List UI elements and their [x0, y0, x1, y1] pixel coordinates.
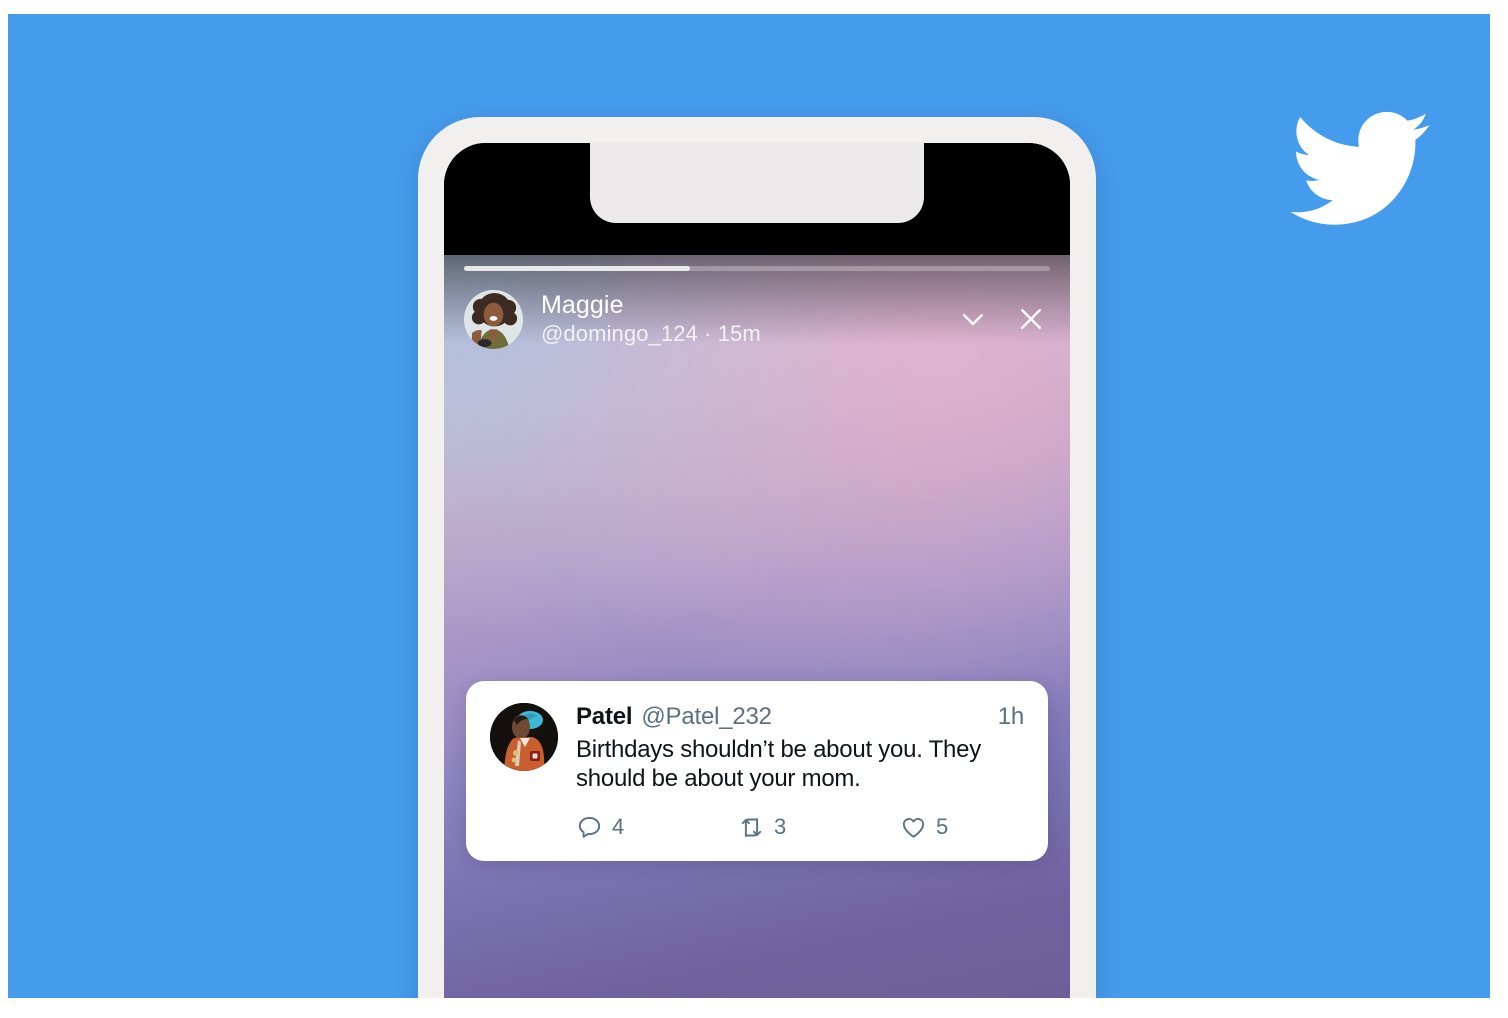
quoted-tweet-body: Patel @Patel_232 1h Birthdays shouldn’t …: [576, 703, 1024, 794]
chevron-down-icon[interactable]: [958, 304, 988, 334]
reply-button[interactable]: 4: [576, 814, 738, 841]
story-progress-bar[interactable]: [464, 266, 1050, 271]
avatar[interactable]: [464, 289, 523, 349]
avatar[interactable]: [490, 703, 558, 771]
phone-mockup: Maggie @domingo_124 · 15m Patel @Patel_2…: [418, 117, 1096, 998]
quoted-tweet-top: Patel @Patel_232 1h Birthdays shouldn’t …: [490, 703, 1024, 794]
twitter-bird-icon: [1290, 109, 1430, 227]
quoted-tweet-text: Birthdays shouldn’t be about you. They s…: [576, 736, 981, 793]
story-header: Maggie @domingo_124 · 15m: [464, 287, 1050, 351]
blue-backdrop: Maggie @domingo_124 · 15m Patel @Patel_2…: [8, 14, 1490, 998]
page-root: Maggie @domingo_124 · 15m Patel @Patel_2…: [0, 0, 1508, 1018]
retweet-icon: [738, 814, 765, 841]
retweet-count: 3: [774, 814, 787, 840]
like-button[interactable]: 5: [900, 814, 948, 841]
story-header-actions: [958, 304, 1046, 334]
quoted-tweet-timestamp: 1h: [997, 703, 1024, 730]
quoted-tweet-handle: @Patel_232: [641, 703, 772, 730]
quoted-tweet-card[interactable]: Patel @Patel_232 1h Birthdays shouldn’t …: [466, 681, 1048, 861]
reply-icon: [576, 814, 603, 841]
retweet-button[interactable]: 3: [738, 814, 900, 841]
story-display-name: Maggie: [541, 291, 624, 320]
like-count: 5: [936, 814, 949, 840]
quoted-tweet-actions: 4 3 5: [576, 814, 1024, 841]
reply-count: 4: [612, 814, 625, 840]
phone-notch: [590, 143, 924, 223]
phone-screen: Maggie @domingo_124 · 15m Patel @Patel_2…: [444, 143, 1070, 998]
quoted-tweet-display-name: Patel: [576, 703, 633, 730]
story-progress-fill: [464, 266, 690, 271]
like-icon: [900, 814, 927, 841]
story-handle-time: @domingo_124 · 15m: [541, 321, 761, 347]
close-icon[interactable]: [1016, 304, 1046, 334]
quoted-tweet-meta: Patel @Patel_232 1h: [576, 703, 1024, 731]
story-header-text: Maggie @domingo_124 · 15m: [541, 292, 958, 346]
